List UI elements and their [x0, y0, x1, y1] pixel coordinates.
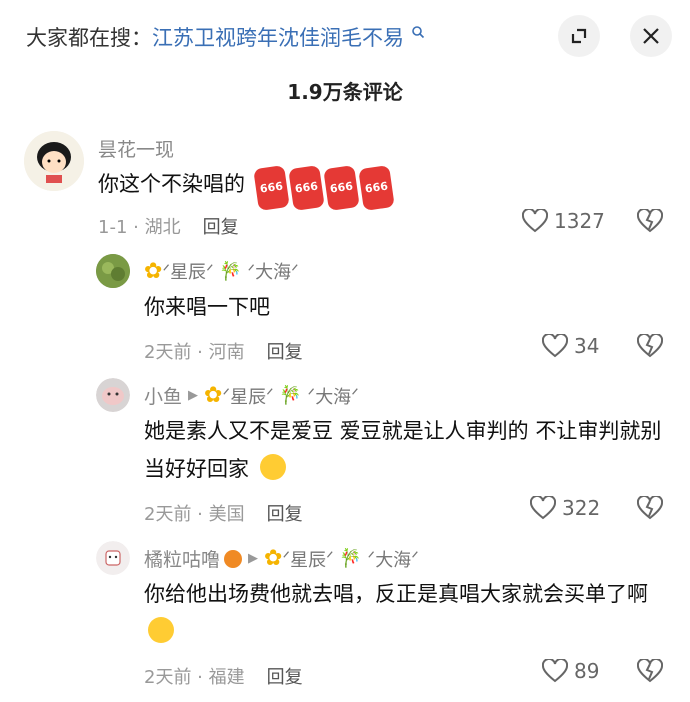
heart-icon — [542, 659, 568, 683]
orange-icon — [224, 549, 243, 568]
comment-item: 昙花一现 你这个不染唱的 666 666 666 666 1-1 · 湖北 回复 132… — [0, 125, 690, 245]
broken-heart-icon — [636, 207, 664, 233]
reply-meta: 2天前 · 美国 回复 — [144, 500, 303, 526]
like-button[interactable]: 322 — [530, 496, 600, 520]
laugh-cry-emoji — [259, 454, 286, 480]
heart-icon — [542, 334, 568, 358]
like-count: 34 — [574, 334, 600, 358]
trending-prefix: 大家都在搜： — [26, 26, 152, 50]
avatar[interactable] — [24, 131, 84, 191]
dislike-button[interactable] — [636, 332, 664, 362]
flower-icon: ✿ — [144, 258, 163, 284]
comment-username[interactable]: 昙花一现 — [98, 135, 174, 162]
reply-arrow-icon: ▶ — [248, 551, 259, 566]
broken-heart-icon — [636, 332, 664, 358]
reply-arrow-icon: ▶ — [188, 388, 199, 403]
reply-button[interactable]: 回复 — [267, 504, 303, 525]
avatar-image — [24, 131, 84, 191]
like-count: 1327 — [554, 209, 605, 233]
reply-username[interactable]: 橘粒咕噜 ▶ ✿ ᐟ 星辰 ᐟ 🎋 ᐟ 大海 ᐟ — [144, 545, 419, 572]
reply-time-location: 2天前 · 福建 — [144, 667, 245, 688]
close-icon — [643, 28, 659, 44]
reply-button[interactable]: 回复 — [267, 667, 303, 688]
heart-icon — [522, 209, 548, 233]
dislike-button[interactable] — [636, 207, 664, 237]
reply-item: 橘粒咕噜 ▶ ✿ ᐟ 星辰 ᐟ 🎋 ᐟ 大海 ᐟ 你给他出场费他就去唱，反正是真唱大家就… — [0, 537, 690, 697]
emoji-666: 666 — [357, 165, 395, 211]
reply-button[interactable]: 回复 — [267, 342, 303, 363]
reply-item: ✿ ᐟ 星辰 ᐟ 🎋 ᐟ 大海 ᐟ 你来唱一下吧 2天前 · 河南 回复 34 — [0, 250, 690, 370]
reply-time-location: 2天前 · 河南 — [144, 342, 245, 363]
heart-icon — [530, 496, 556, 520]
top-bar: 大家都在搜：江苏卫视跨年沈佳润毛不易 — [0, 0, 690, 72]
emoji-666: 666 — [252, 165, 290, 211]
reply-meta: 2天前 · 河南 回复 — [144, 338, 303, 364]
reply-text: 你来唱一下吧 — [144, 295, 270, 319]
username-part: ᐟ 星辰 ᐟ 🎋 ᐟ 大海 ᐟ — [162, 260, 299, 284]
reply-item: 小鱼 ▶ ✿ ᐟ 星辰 ᐟ 🎋 ᐟ 大海 ᐟ 她是素人又不是爱豆 爱豆就是让人审判的 不… — [0, 374, 690, 534]
comment-time-location: 1-1 · 湖北 — [98, 217, 181, 238]
reply-button[interactable]: 回复 — [203, 217, 239, 238]
emoji-666: 666 — [287, 165, 325, 211]
reply-username[interactable]: ✿ ᐟ 星辰 ᐟ 🎋 ᐟ 大海 ᐟ — [144, 258, 299, 284]
flower-icon: ✿ — [264, 546, 283, 571]
avatar-image — [96, 254, 130, 288]
comment-count: 1.9万条评论 — [287, 80, 403, 104]
flower-icon: ✿ — [204, 383, 223, 408]
broken-heart-icon — [636, 494, 664, 520]
comment-meta: 1-1 · 湖北 回复 — [98, 213, 239, 239]
avatar[interactable] — [96, 541, 130, 575]
like-button[interactable]: 34 — [542, 334, 599, 358]
username: 小鱼 — [144, 386, 183, 408]
like-count: 322 — [562, 496, 601, 520]
reply-time-location: 2天前 · 美国 — [144, 504, 245, 525]
avatar-image — [96, 378, 130, 412]
dislike-button[interactable] — [636, 657, 664, 687]
reply-body: 她是素人又不是爱豆 爱豆就是让人审判的 不让审判就别当好好回家 — [144, 419, 662, 481]
reply-to-username: ᐟ 星辰 ᐟ 🎋 ᐟ 大海 ᐟ — [222, 385, 359, 408]
trending-search[interactable]: 大家都在搜：江苏卫视跨年沈佳润毛不易 — [26, 22, 425, 52]
expand-icon — [571, 28, 587, 44]
blush-emoji — [148, 617, 174, 643]
like-button[interactable]: 89 — [542, 659, 599, 683]
reply-text: 你给他出场费他就去唱，反正是真唱大家就会买单了啊 — [144, 575, 664, 651]
reply-text: 她是素人又不是爱豆 爱豆就是让人审判的 不让审判就别当好好回家 — [144, 412, 664, 488]
reply-body: 你给他出场费他就去唱，反正是真唱大家就会买单了啊 — [144, 582, 648, 606]
like-count: 89 — [574, 659, 600, 683]
avatar-image — [96, 541, 130, 575]
close-button[interactable] — [630, 15, 672, 57]
like-button[interactable]: 1327 — [522, 209, 605, 233]
trending-link[interactable]: 江苏卫视跨年沈佳润毛不易 — [152, 26, 404, 50]
username: 橘粒咕噜 — [144, 549, 221, 571]
avatar[interactable] — [96, 254, 130, 288]
reply-username[interactable]: 小鱼 ▶ ✿ ᐟ 星辰 ᐟ 🎋 ᐟ 大海 ᐟ — [144, 382, 359, 409]
reply-to-username: ᐟ 星辰 ᐟ 🎋 ᐟ 大海 ᐟ — [282, 548, 419, 571]
expand-button[interactable] — [558, 15, 600, 57]
broken-heart-icon — [636, 657, 664, 683]
reply-meta: 2天前 · 福建 回复 — [144, 663, 303, 689]
search-icon — [411, 26, 424, 39]
dislike-button[interactable] — [636, 494, 664, 524]
comment-text: 你这个不染唱的 666 666 666 666 — [98, 165, 395, 211]
comment-body: 你这个不染唱的 — [98, 172, 245, 196]
avatar[interactable] — [96, 378, 130, 412]
emoji-666: 666 — [322, 165, 360, 211]
